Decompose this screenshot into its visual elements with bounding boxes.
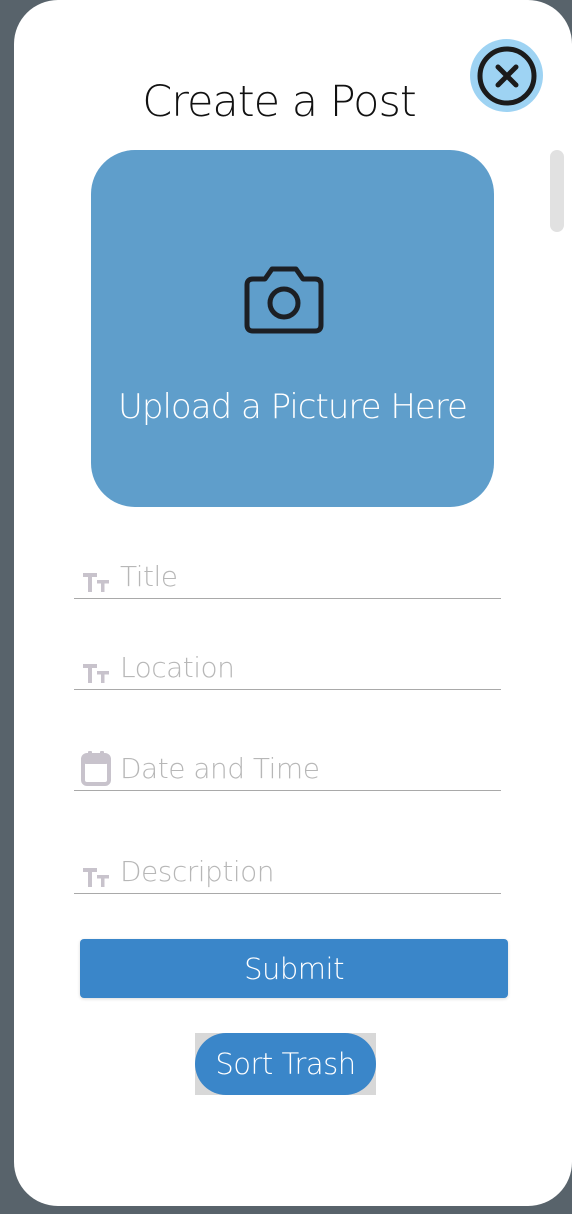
upload-picture-area[interactable]: Upload a Picture Here [91, 150, 494, 507]
calendar-icon [79, 751, 113, 786]
camera-icon [244, 266, 324, 334]
location-input[interactable] [120, 647, 490, 687]
title-field [74, 552, 501, 599]
location-field [74, 643, 501, 690]
text-size-icon [79, 855, 113, 889]
date-time-field [74, 744, 501, 791]
create-post-modal: Create a Post Upload a Picture Here Titl… [14, 0, 572, 1206]
scrollbar[interactable] [550, 150, 564, 232]
date-time-input[interactable] [120, 748, 490, 788]
scrollbar-thumb[interactable] [550, 150, 564, 232]
description-input[interactable] [120, 851, 490, 891]
sort-trash-button[interactable]: Sort Trash [195, 1033, 376, 1095]
text-size-icon [79, 560, 113, 594]
title-input[interactable] [120, 556, 490, 596]
page-title: Create a Post [142, 77, 417, 127]
description-field [74, 847, 501, 894]
text-size-icon [79, 651, 113, 685]
upload-label: Upload a Picture Here [118, 387, 468, 427]
submit-button[interactable]: Submit [80, 939, 508, 998]
sort-trash-container: Sort Trash [195, 1033, 376, 1095]
